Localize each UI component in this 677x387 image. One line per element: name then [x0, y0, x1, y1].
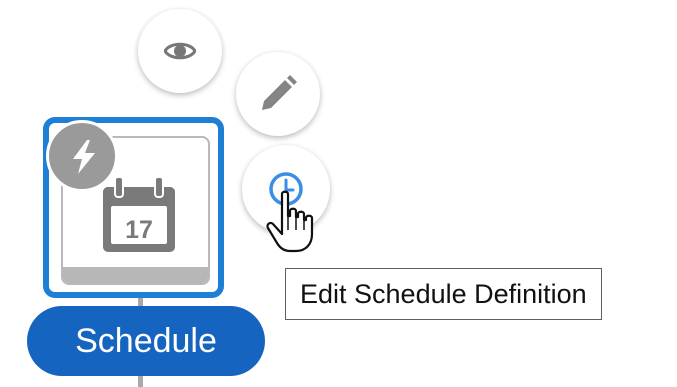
- tooltip: Edit Schedule Definition: [285, 268, 602, 320]
- lightning-icon: [73, 140, 95, 174]
- node-card-footer: [63, 267, 208, 283]
- trigger-badge: [46, 120, 118, 192]
- hand-pointer-cursor: [266, 190, 314, 253]
- edit-button[interactable]: [236, 52, 320, 136]
- eye-icon: [164, 42, 196, 60]
- calendar-icon: 17: [103, 176, 175, 252]
- view-button[interactable]: [138, 9, 222, 93]
- calendar-day: 17: [125, 216, 153, 244]
- pencil-icon: [262, 75, 297, 110]
- schedule-node-label[interactable]: Schedule: [27, 306, 265, 376]
